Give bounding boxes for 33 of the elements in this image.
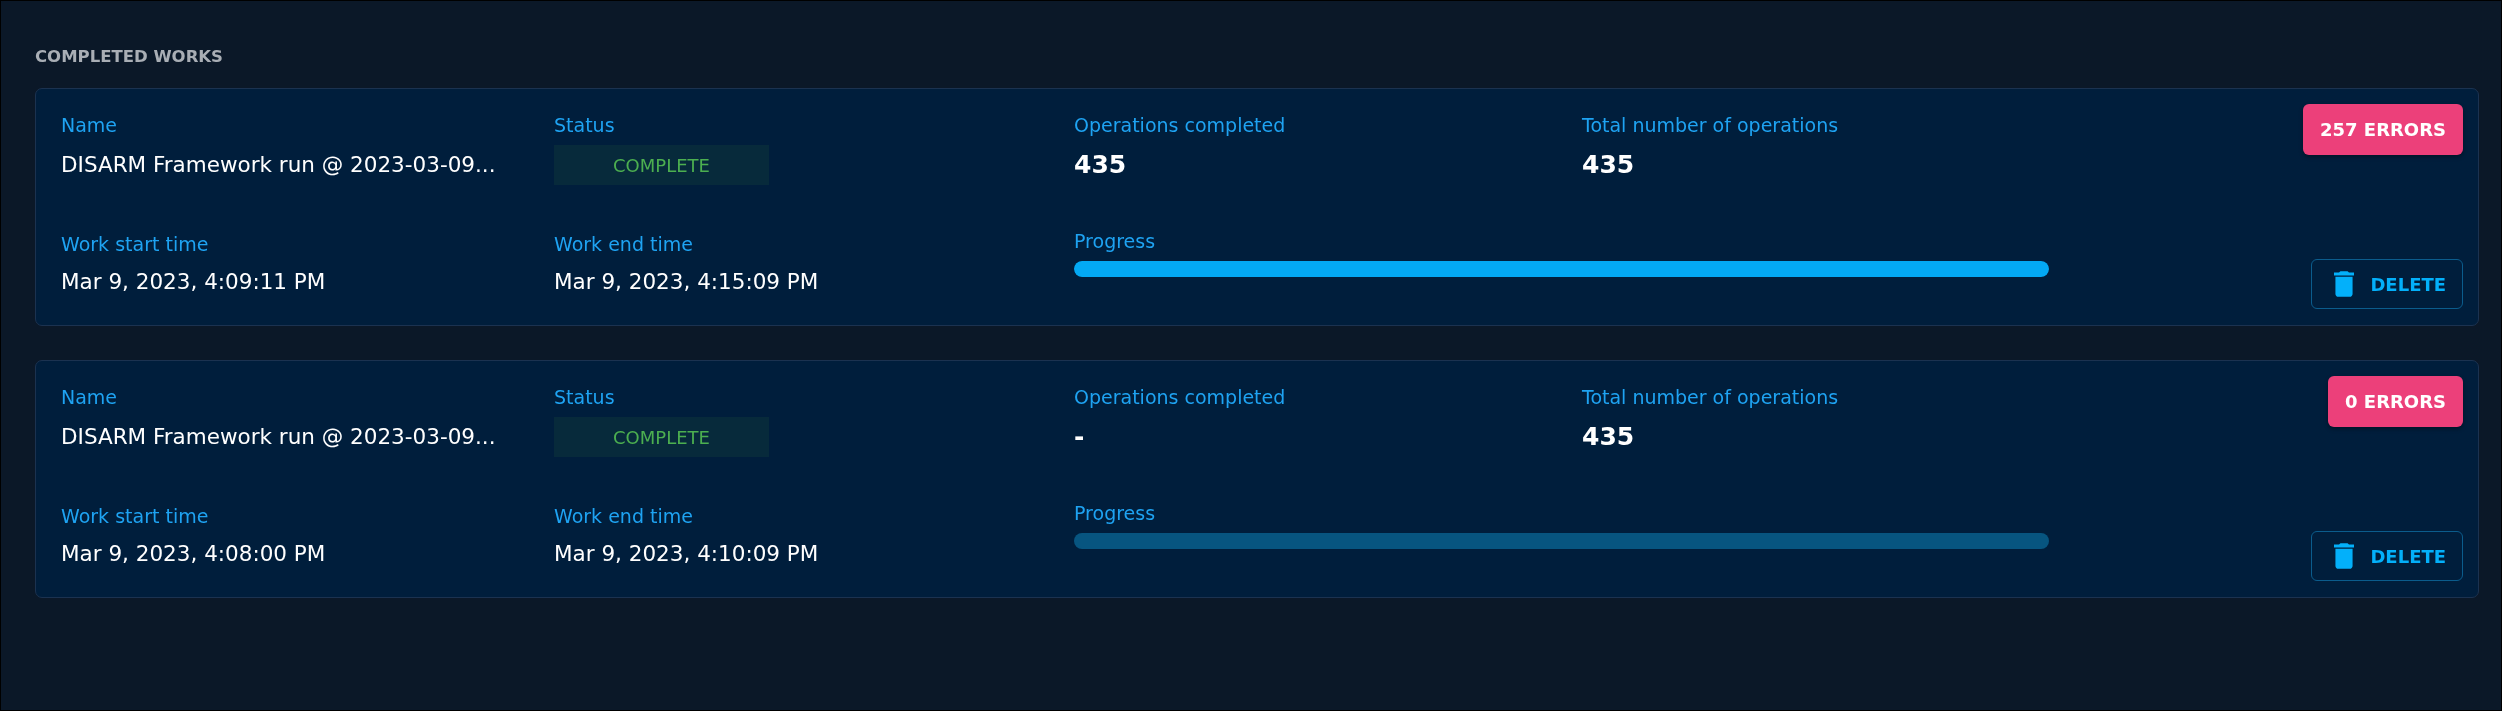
delete-button[interactable]: DELETE — [2311, 259, 2463, 309]
field-label: Operations completed — [1074, 385, 1286, 409]
start-time: Mar 9, 2023, 4:08:00 PM — [61, 540, 326, 568]
total-operations-count: 435 — [1582, 422, 1635, 452]
start-time: Mar 9, 2023, 4:09:11 PM — [61, 268, 326, 296]
field-label: Progress — [1074, 501, 1156, 525]
status-chip: COMPLETE — [554, 417, 769, 457]
end-time: Mar 9, 2023, 4:10:09 PM — [554, 540, 819, 568]
field-label: Work end time — [554, 232, 693, 256]
operations-completed-count: 435 — [1074, 150, 1127, 180]
field-label: Status — [554, 113, 615, 137]
field-label: Progress — [1074, 229, 1156, 253]
field-label: Operations completed — [1074, 113, 1286, 137]
field-label: Work end time — [554, 504, 693, 528]
field-label: Total number of operations — [1582, 385, 1839, 409]
trash-icon — [2334, 543, 2355, 569]
field-label: Status — [554, 385, 615, 409]
field-label: Name — [61, 385, 118, 409]
section-heading: COMPLETED WORKS — [35, 46, 223, 68]
work-name: DISARM Framework run @ 2023-03-09... — [61, 423, 496, 451]
trash-icon — [2334, 271, 2355, 297]
field-label: Total number of operations — [1582, 113, 1839, 137]
field-label: Work start time — [61, 504, 209, 528]
errors-button[interactable]: 257 ERRORS — [2303, 104, 2463, 155]
end-time: Mar 9, 2023, 4:15:09 PM — [554, 268, 819, 296]
errors-button[interactable]: 0 ERRORS — [2328, 376, 2463, 427]
field-label: Work start time — [61, 232, 209, 256]
operations-completed-count: - — [1074, 422, 1085, 452]
field-label: Name — [61, 113, 118, 137]
status-chip: COMPLETE — [554, 145, 769, 185]
work-name: DISARM Framework run @ 2023-03-09... — [61, 151, 496, 179]
total-operations-count: 435 — [1582, 150, 1635, 180]
delete-button[interactable]: DELETE — [2311, 531, 2463, 581]
